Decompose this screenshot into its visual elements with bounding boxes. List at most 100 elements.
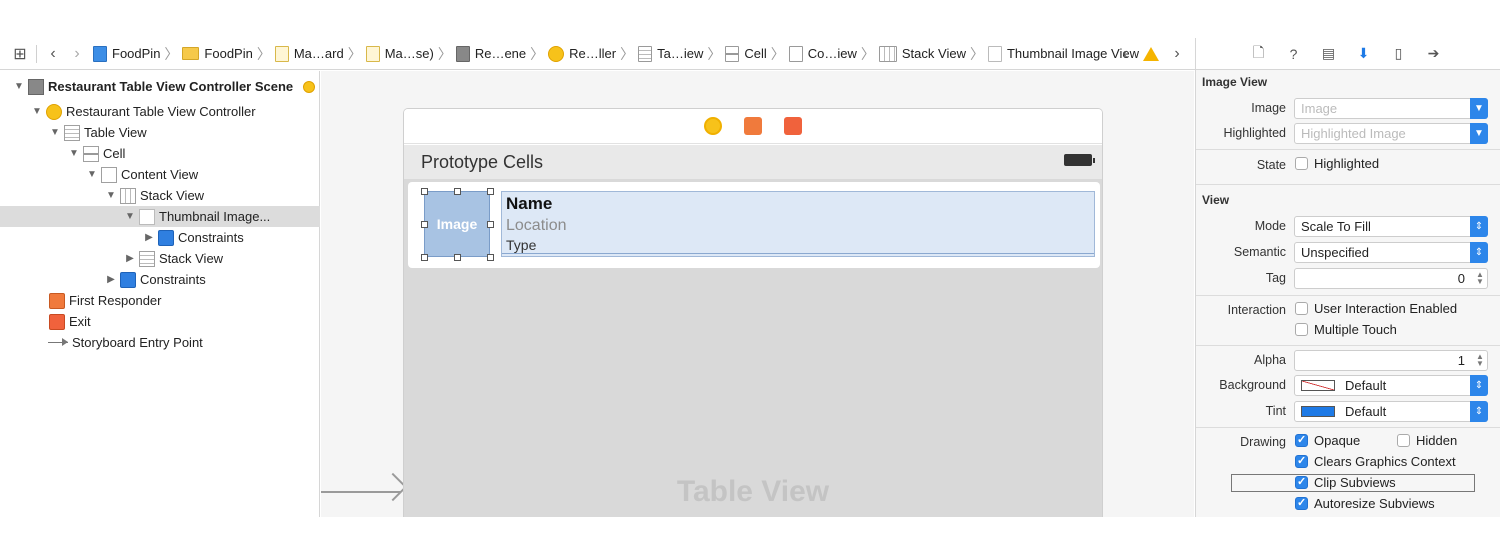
breadcrumb-item-controller[interactable]: Re…ller — [548, 45, 616, 62]
scene-device-frame[interactable]: Prototype Cells Image Name Location Type… — [403, 108, 1103, 517]
stepper-icon[interactable]: ▲ ▼ — [1475, 353, 1485, 368]
up-down-chevron-icon[interactable]: ⇕ — [1470, 242, 1488, 263]
outline-item-content-view[interactable]: ▼ Content View — [0, 164, 320, 185]
connections-inspector-icon[interactable]: ➔ — [1425, 45, 1442, 62]
divider — [36, 44, 37, 63]
tint-color-select[interactable]: Default ⇕ — [1294, 401, 1488, 422]
resize-handle[interactable] — [454, 188, 461, 195]
clip-subviews-checkbox[interactable] — [1295, 475, 1308, 489]
thumbnail-image-view[interactable]: Image — [424, 191, 490, 257]
breadcrumb-item-storyboard-base[interactable]: Ma…se) — [365, 45, 434, 62]
outline-item-exit[interactable]: Exit — [0, 311, 320, 332]
breadcrumb-item-storyboard[interactable]: Ma…ard — [274, 45, 344, 62]
outline-item-constraints[interactable]: ▶ Constraints — [0, 227, 320, 248]
previous-issue-icon[interactable]: ‹ — [1113, 42, 1137, 66]
labels-stack-view[interactable]: Name Location Type — [501, 191, 1095, 257]
disclosure-open-icon[interactable]: ▼ — [105, 190, 117, 201]
warning-icon[interactable] — [1143, 47, 1159, 61]
outline-item-stack-view-inner[interactable]: ▶ Stack View — [0, 248, 320, 269]
semantic-select[interactable]: Unspecified ⇕ — [1294, 242, 1488, 263]
outline-item-scene[interactable]: ▼ Restaurant Table View Controller Scene — [0, 76, 320, 97]
breadcrumb-item-folder[interactable]: FoodPin — [182, 46, 253, 61]
back-arrow-icon[interactable]: ‹ — [41, 42, 65, 66]
outline-item-table-view[interactable]: ▼ Table View — [0, 122, 320, 143]
scene-icon — [455, 45, 470, 62]
scene-icon — [28, 78, 44, 95]
user-interaction-checkbox[interactable] — [1295, 302, 1308, 315]
outline-item-controller[interactable]: ▼ Restaurant Table View Controller — [0, 101, 320, 122]
related-items-grid-icon[interactable]: ⊞ — [8, 42, 32, 66]
outline-item-cell[interactable]: ▼ Cell — [0, 143, 320, 164]
breadcrumb-item-project[interactable]: FoodPin — [93, 45, 160, 62]
opaque-checkbox[interactable] — [1295, 433, 1308, 447]
hidden-checkbox[interactable] — [1397, 434, 1410, 447]
up-down-chevron-icon[interactable]: ⇕ — [1470, 401, 1488, 422]
disclosure-closed-icon[interactable]: ▶ — [124, 253, 136, 264]
quick-help-icon[interactable]: ? — [1285, 45, 1302, 62]
entry-point-arrow[interactable] — [321, 491, 401, 493]
exit-icon[interactable] — [784, 117, 802, 135]
disclosure-open-icon[interactable]: ▼ — [49, 127, 61, 138]
view-controller-icon[interactable] — [704, 117, 722, 135]
location-label[interactable]: Location — [506, 217, 567, 235]
image-view-section-title: Image View — [1202, 75, 1268, 89]
image-view-icon — [987, 45, 1002, 62]
resize-handle[interactable] — [487, 188, 494, 195]
type-label[interactable]: Type — [506, 237, 536, 253]
disclosure-closed-icon[interactable]: ▶ — [105, 274, 117, 285]
file-inspector-icon[interactable]: 🗋 — [1250, 44, 1267, 62]
name-label[interactable]: Name — [506, 194, 552, 214]
highlighted-image-combo[interactable]: Highlighted Image ▼ — [1294, 123, 1488, 144]
storyboard-canvas[interactable]: Prototype Cells Image Name Location Type… — [321, 71, 1194, 517]
disclosure-open-icon[interactable]: ▼ — [13, 81, 25, 92]
highlighted-checkbox[interactable] — [1295, 157, 1308, 170]
chevron-right-icon: 〉 — [347, 45, 362, 62]
disclosure-open-icon[interactable]: ▼ — [31, 106, 43, 117]
prototype-cell[interactable]: Image Name Location Type — [408, 182, 1100, 268]
tag-row: Tag 0 ▲ ▼ — [1196, 268, 1500, 290]
table-view[interactable]: Prototype Cells Image Name Location Type… — [404, 145, 1102, 517]
first-responder-icon[interactable] — [744, 117, 762, 135]
disclosure-open-icon[interactable]: ▼ — [86, 169, 98, 180]
tint-color-swatch-icon — [1301, 406, 1335, 417]
clears-graphics-checkbox[interactable] — [1295, 454, 1308, 468]
disclosure-closed-icon[interactable]: ▶ — [143, 232, 155, 243]
tag-field[interactable]: 0 ▲ ▼ — [1294, 268, 1488, 289]
stepper-icon[interactable]: ▲ ▼ — [1475, 271, 1485, 286]
view-controller-icon — [46, 103, 62, 120]
identity-inspector-icon[interactable]: ▤ — [1320, 45, 1337, 62]
outline-item-stack-view[interactable]: ▼ Stack View — [0, 185, 320, 206]
resize-handle[interactable] — [487, 221, 494, 228]
autoresize-checkbox[interactable] — [1295, 496, 1308, 510]
up-down-chevron-icon[interactable]: ⇕ — [1470, 216, 1488, 237]
breadcrumb-item-cell[interactable]: Cell — [725, 45, 767, 62]
resize-handle[interactable] — [454, 254, 461, 261]
outline-item-constraints-outer[interactable]: ▶ Constraints — [0, 269, 320, 290]
chevron-down-icon[interactable]: ▼ — [1470, 98, 1488, 119]
outline-item-entry-point[interactable]: Storyboard Entry Point — [0, 332, 320, 353]
breadcrumb-item-content-view[interactable]: Co…iew — [788, 45, 857, 62]
outline-item-first-responder[interactable]: First Responder — [0, 290, 320, 311]
outline-item-thumbnail-image[interactable]: ▼ Thumbnail Image... — [0, 206, 320, 227]
resize-handle[interactable] — [421, 221, 428, 228]
breadcrumb-item-stack-view[interactable]: Stack View — [878, 45, 966, 62]
disclosure-open-icon[interactable]: ▼ — [68, 148, 80, 159]
up-down-chevron-icon[interactable]: ⇕ — [1470, 375, 1488, 396]
attributes-inspector-icon[interactable]: ⬇ — [1355, 45, 1372, 62]
size-inspector-icon[interactable]: ▯ — [1390, 45, 1407, 62]
mode-select[interactable]: Scale To Fill ⇕ — [1294, 216, 1488, 237]
chevron-down-icon[interactable]: ▼ — [1470, 123, 1488, 144]
alpha-field[interactable]: 1 ▲ ▼ — [1294, 350, 1488, 371]
resize-handle[interactable] — [487, 254, 494, 261]
background-color-select[interactable]: Default ⇕ — [1294, 375, 1488, 396]
forward-arrow-icon[interactable]: › — [65, 42, 89, 66]
multiple-touch-checkbox[interactable] — [1295, 323, 1308, 336]
breadcrumb-item-scene[interactable]: Re…ene — [455, 45, 526, 62]
resize-handle[interactable] — [421, 188, 428, 195]
disclosure-open-icon[interactable]: ▼ — [124, 211, 136, 222]
battery-icon — [1064, 154, 1095, 166]
image-combo[interactable]: Image ▼ — [1294, 98, 1488, 119]
breadcrumb-item-table-view[interactable]: Ta…iew — [638, 45, 703, 62]
resize-handle[interactable] — [421, 254, 428, 261]
next-issue-icon[interactable]: › — [1165, 42, 1189, 66]
